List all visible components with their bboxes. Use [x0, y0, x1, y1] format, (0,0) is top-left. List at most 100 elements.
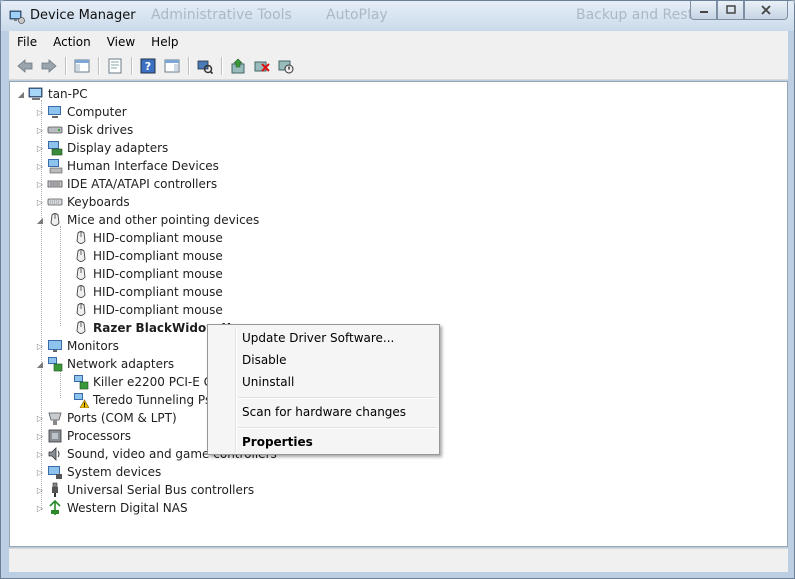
- menu-item-update-driver[interactable]: Update Driver Software...: [242, 328, 394, 348]
- expand-arrow-icon[interactable]: ▷: [35, 463, 45, 481]
- scan-hardware-button[interactable]: [195, 56, 215, 76]
- close-button[interactable]: [744, 1, 788, 20]
- expand-arrow-icon[interactable]: ▷: [35, 337, 45, 355]
- processor-icon: [48, 429, 62, 443]
- menu-item-disable[interactable]: Disable: [242, 350, 287, 370]
- maximize-button[interactable]: [717, 1, 744, 20]
- nas-icon: [49, 500, 61, 515]
- device-tree[interactable]: ◢ tan-PC ▷ Computer ▷ Disk drives ▷ Disp…: [9, 81, 788, 547]
- svg-text:?: ?: [145, 60, 151, 73]
- tree-item-usb-controllers[interactable]: ▷ Universal Serial Bus controllers: [35, 481, 254, 499]
- menu-item-scan-hardware[interactable]: Scan for hardware changes: [242, 402, 406, 422]
- help-button[interactable]: ?: [138, 56, 158, 76]
- system-device-icon: [48, 466, 62, 479]
- forward-button[interactable]: [39, 56, 59, 76]
- menu-action[interactable]: Action: [45, 35, 99, 49]
- tree-item-wd-nas[interactable]: ▷ Western Digital NAS: [35, 499, 188, 517]
- back-button[interactable]: [15, 56, 35, 76]
- network-adapter-icon: [74, 375, 89, 390]
- collapse-arrow-icon[interactable]: ◢: [16, 85, 26, 103]
- tree-item-system-devices[interactable]: ▷ System devices: [35, 463, 161, 481]
- tree-item-teredo[interactable]: Teredo Tunneling Pse: [73, 391, 219, 409]
- expand-arrow-icon[interactable]: ▷: [35, 121, 45, 139]
- menu-file[interactable]: File: [9, 35, 45, 49]
- expand-arrow-icon[interactable]: ▷: [35, 175, 45, 193]
- toolbar-separator: [65, 57, 66, 75]
- tree-item-ide-controllers[interactable]: ▷ IDE ATA/ATAPI controllers: [35, 175, 217, 193]
- title-bar[interactable]: Administrative Tools AutoPlay Backup and…: [1, 1, 794, 31]
- expand-arrow-icon[interactable]: ▷: [35, 481, 45, 499]
- minimize-icon: [699, 11, 708, 13]
- properties-toolbar-button[interactable]: [105, 56, 125, 76]
- tree-item-keyboards[interactable]: ▷ Keyboards: [35, 193, 130, 211]
- expand-arrow-icon[interactable]: ▷: [35, 409, 45, 427]
- tree-item-label: HID-compliant mouse: [93, 231, 223, 245]
- collapse-arrow-icon[interactable]: ◢: [35, 211, 45, 229]
- tree-item-label: Display adapters: [67, 141, 169, 155]
- expand-arrow-icon[interactable]: ▷: [35, 193, 45, 211]
- forward-arrow-icon: [41, 59, 57, 73]
- expand-arrow-icon[interactable]: ▷: [35, 103, 45, 121]
- expand-arrow-icon[interactable]: ▷: [35, 445, 45, 463]
- tree-item-label: Teredo Tunneling Pse: [93, 393, 219, 407]
- maximize-icon: [725, 5, 736, 14]
- tree-item-label: Disk drives: [67, 123, 134, 137]
- update-driver-button[interactable]: [228, 56, 248, 76]
- ghost-text: AutoPlay: [326, 7, 388, 23]
- tree-item-hid-mouse[interactable]: HID-compliant mouse: [73, 283, 223, 301]
- tree-item-label: Human Interface Devices: [67, 159, 219, 173]
- toolbar-separator: [221, 57, 222, 75]
- mouse-icon: [76, 249, 86, 262]
- menu-item-uninstall[interactable]: Uninstall: [242, 372, 294, 392]
- action-pane-icon: [164, 59, 180, 73]
- keyboard-icon: [47, 198, 63, 206]
- mouse-icon: [50, 213, 60, 226]
- disable-button[interactable]: [276, 56, 296, 76]
- tree-root[interactable]: ◢ tan-PC: [16, 85, 88, 103]
- expand-arrow-icon[interactable]: ▷: [35, 499, 45, 517]
- menu-view[interactable]: View: [99, 35, 143, 49]
- menu-separator: [238, 427, 436, 428]
- tree-item-label: System devices: [67, 465, 162, 479]
- tree-item-hid-mouse[interactable]: HID-compliant mouse: [73, 301, 223, 319]
- scan-hardware-icon: [197, 60, 213, 74]
- tree-item-label: Mice and other pointing devices: [67, 213, 260, 227]
- tree-item-hid-mouse[interactable]: HID-compliant mouse: [73, 247, 223, 265]
- tree-root-label: tan-PC: [48, 87, 88, 101]
- tree-item-label: Western Digital NAS: [67, 501, 188, 515]
- mouse-icon: [76, 267, 86, 280]
- expand-arrow-icon[interactable]: ▷: [35, 157, 45, 175]
- mouse-icon: [76, 321, 86, 334]
- show-hide-console-tree-button[interactable]: [72, 56, 92, 76]
- menu-separator: [238, 397, 436, 398]
- tree-item-computer[interactable]: ▷ Computer: [35, 103, 127, 121]
- minimize-button[interactable]: [690, 1, 717, 20]
- menu-help[interactable]: Help: [143, 35, 186, 49]
- network-adapter-icon: [48, 357, 63, 372]
- tree-item-label: IDE ATA/ATAPI controllers: [67, 177, 218, 191]
- collapse-arrow-icon[interactable]: ◢: [35, 355, 45, 373]
- tree-item-network-adapters[interactable]: ◢ Network adapters: [35, 355, 174, 373]
- disk-drive-icon: [47, 126, 63, 134]
- monitor-icon: [48, 340, 62, 352]
- menu-item-properties[interactable]: Properties: [242, 432, 313, 452]
- tree-item-display-adapters[interactable]: ▷ Display adapters: [35, 139, 168, 157]
- tree-item-label: Ports (COM & LPT): [67, 411, 177, 425]
- uninstall-button[interactable]: [252, 56, 272, 76]
- device-manager-app-icon: [9, 10, 25, 24]
- tree-item-human-interface-devices[interactable]: ▷ Human Interface Devices: [35, 157, 219, 175]
- tree-item-disk-drives[interactable]: ▷ Disk drives: [35, 121, 133, 139]
- expand-arrow-icon[interactable]: ▷: [35, 427, 45, 445]
- tree-item-ports[interactable]: ▷ Ports (COM & LPT): [35, 409, 177, 427]
- tree-item-mice[interactable]: ◢ Mice and other pointing devices: [35, 211, 259, 229]
- expand-arrow-icon[interactable]: ▷: [35, 139, 45, 157]
- update-driver-icon: [231, 58, 245, 74]
- mouse-icon: [76, 303, 86, 316]
- tree-item-hid-mouse[interactable]: HID-compliant mouse: [73, 265, 223, 283]
- tree-item-monitors[interactable]: ▷ Monitors: [35, 337, 119, 355]
- tree-item-label: HID-compliant mouse: [93, 285, 223, 299]
- tree-item-processors[interactable]: ▷ Processors: [35, 427, 131, 445]
- action-pane-button[interactable]: [162, 56, 182, 76]
- tree-item-hid-mouse[interactable]: HID-compliant mouse: [73, 229, 223, 247]
- tree-line: [60, 370, 61, 398]
